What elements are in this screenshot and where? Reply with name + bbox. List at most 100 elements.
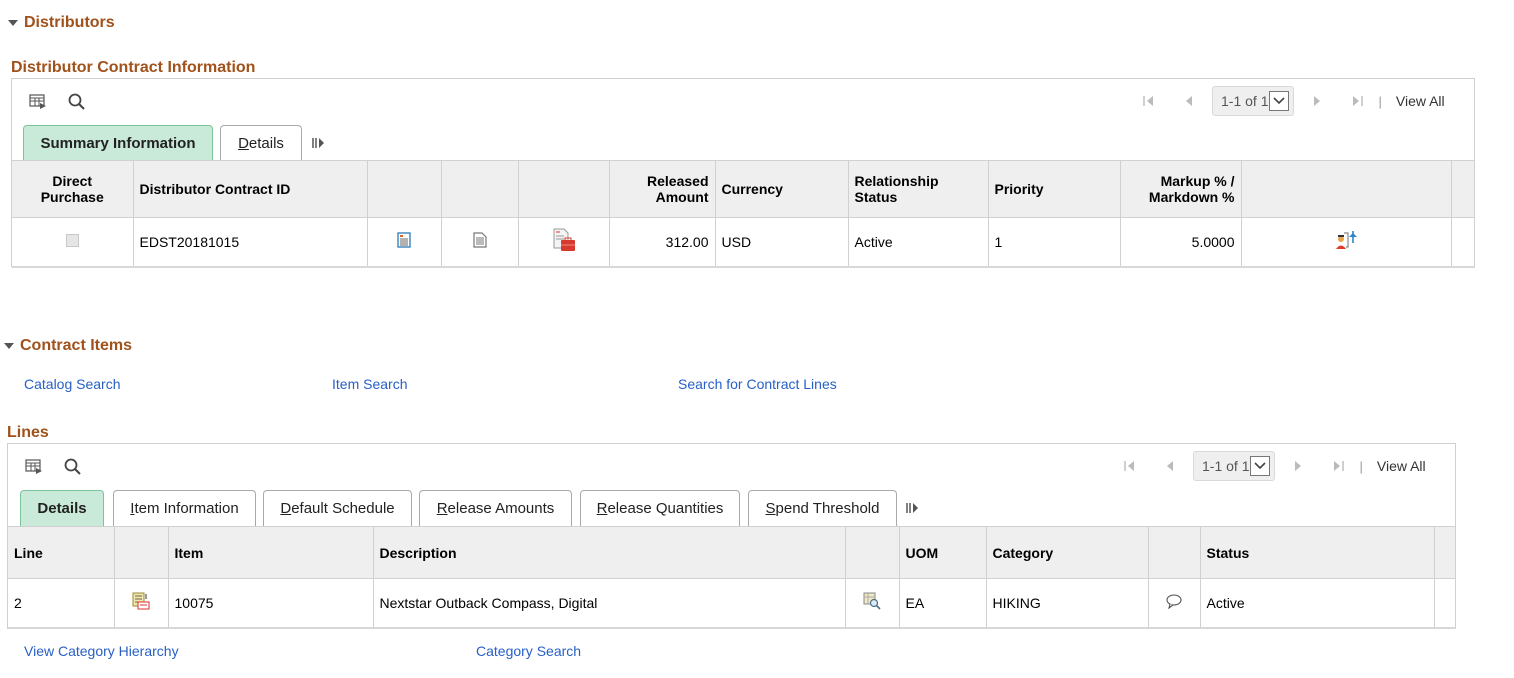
contract-details-cell — [367, 217, 442, 268]
distributor-dispatch-icon[interactable] — [1334, 229, 1358, 254]
col-blank-1 — [367, 160, 442, 218]
page-range-select[interactable]: 1-1 of 1 — [1212, 86, 1295, 116]
document-icon[interactable] — [472, 232, 487, 251]
search-contract-lines-link[interactable]: Search for Contract Lines — [678, 376, 837, 392]
tab-default-schedule[interactable]: Default Schedule — [263, 490, 412, 526]
line-cell: 2 — [8, 578, 115, 629]
lines-table: Line Item Description UOM Category Statu… — [8, 526, 1456, 629]
search-icon[interactable] — [67, 92, 87, 112]
contract-items-section-toggle[interactable]: Contract Items — [4, 337, 132, 355]
markup-cell: 5.0000 — [1120, 217, 1242, 268]
currency-cell: USD — [715, 217, 849, 268]
chevron-down-icon — [1250, 456, 1271, 476]
document-cell — [441, 217, 519, 268]
tab-release-quantities[interactable]: Release Quantities — [580, 490, 740, 526]
description-cell: Nextstar Outback Compass, Digital — [373, 578, 846, 629]
col-description[interactable]: Description — [373, 526, 846, 579]
document-briefcase-cell — [518, 217, 610, 268]
view-category-hierarchy-link[interactable]: View Category Hierarchy — [24, 643, 179, 659]
tab-release-amounts[interactable]: Release Amounts — [419, 490, 572, 526]
uom-cell: EA — [899, 578, 987, 629]
distributor-pagination: 1-1 of 1 | View All — [1138, 86, 1445, 116]
document-briefcase-icon[interactable] — [552, 228, 576, 255]
tab-details-label: etails — [248, 135, 284, 152]
last-page-icon[interactable] — [1346, 91, 1368, 111]
tab-spend-threshold[interactable]: Spend Threshold — [748, 490, 897, 526]
collapse-triangle-icon — [4, 343, 14, 349]
lines-grid: 1-1 of 1 | View All Details Item Informa… — [7, 443, 1456, 629]
page-range-select[interactable]: 1-1 of 1 — [1193, 451, 1276, 481]
col-blank-1 — [114, 526, 169, 579]
col-blank-5 — [1451, 160, 1475, 218]
item-lookup-icon[interactable] — [863, 592, 881, 613]
relationship-status-cell: Active — [848, 217, 989, 268]
tab-details-accesskey: D — [238, 135, 249, 152]
contract-details-icon[interactable] — [397, 232, 411, 251]
table-row: 2 10075 Nextstar Outback Compass, Digita… — [8, 578, 1456, 629]
next-page-icon[interactable] — [1306, 91, 1328, 111]
grid-personalize-icon[interactable] — [24, 457, 44, 477]
view-all-link[interactable]: View All — [1396, 93, 1445, 109]
col-item[interactable]: Item — [168, 526, 374, 579]
show-all-columns-icon[interactable] — [312, 137, 326, 149]
next-page-icon[interactable] — [1287, 456, 1309, 476]
comment-bubble-icon[interactable] — [1165, 593, 1183, 612]
blank-cell — [1434, 578, 1456, 629]
col-uom[interactable]: UOM — [899, 526, 987, 579]
col-blank-3 — [1148, 526, 1201, 579]
comment-cell — [1148, 578, 1201, 629]
distributor-contract-info-title: Distributor Contract Information — [11, 59, 256, 76]
direct-purchase-checkbox[interactable] — [65, 233, 79, 247]
priority-cell: 1 — [988, 217, 1121, 268]
contract-id-cell: EDST20181015 — [133, 217, 368, 268]
search-icon[interactable] — [63, 457, 83, 477]
col-category[interactable]: Category — [986, 526, 1149, 579]
distributor-contract-grid: 1-1 of 1 | View All Summary Information … — [11, 78, 1475, 268]
col-distributor-contract-id[interactable]: Distributor Contract ID — [133, 160, 368, 218]
lines-pagination: 1-1 of 1 | View All — [1119, 451, 1426, 481]
category-cell: HIKING — [986, 578, 1149, 629]
col-relationship-status[interactable]: Relationship Status — [848, 160, 989, 218]
col-priority[interactable]: Priority — [988, 160, 1121, 218]
distributors-section-label: Distributors — [24, 14, 115, 31]
page-range: 1-1 of 1 — [1202, 458, 1250, 474]
catalog-search-link[interactable]: Catalog Search — [24, 376, 121, 392]
tab-details[interactable]: Details — [20, 490, 104, 526]
col-line[interactable]: Line — [8, 526, 115, 579]
tab-summary-information[interactable]: Summary Information — [23, 125, 213, 161]
first-page-icon[interactable] — [1138, 91, 1160, 111]
table-row: EDST20181015 312.00 USD Active 1 5.0000 — [12, 217, 1475, 268]
item-cell: 10075 — [168, 578, 374, 629]
item-search-cell — [845, 578, 900, 629]
item-search-link[interactable]: Item Search — [332, 376, 407, 392]
status-cell: Active — [1200, 578, 1435, 629]
previous-page-icon[interactable] — [1178, 91, 1200, 111]
grid-personalize-icon[interactable] — [28, 92, 48, 112]
col-released-amount[interactable]: Released Amount — [609, 160, 716, 218]
line-details-cell — [114, 578, 169, 629]
lines-title: Lines — [7, 424, 49, 441]
col-direct-purchase[interactable]: Direct Purchase — [12, 160, 134, 218]
direct-purchase-cell — [12, 217, 134, 268]
col-status[interactable]: Status — [1200, 526, 1435, 579]
view-all-link[interactable]: View All — [1377, 458, 1426, 474]
previous-page-icon[interactable] — [1159, 456, 1181, 476]
released-amount-cell: 312.00 — [609, 217, 716, 268]
tab-details[interactable]: Details — [220, 125, 302, 161]
table-header-row: Line Item Description UOM Category Statu… — [8, 526, 1456, 579]
col-blank-4 — [1241, 160, 1452, 218]
line-details-icon[interactable] — [132, 592, 150, 613]
chevron-down-icon — [1269, 91, 1290, 111]
distributors-section-toggle[interactable]: Distributors — [8, 14, 115, 32]
col-blank-2 — [441, 160, 519, 218]
last-page-icon[interactable] — [1327, 456, 1349, 476]
tab-item-information[interactable]: Item Information — [113, 490, 256, 526]
show-all-columns-icon[interactable] — [906, 502, 920, 514]
category-search-link[interactable]: Category Search — [476, 643, 581, 659]
pagination-divider: | — [1378, 93, 1382, 109]
first-page-icon[interactable] — [1119, 456, 1141, 476]
col-blank-2 — [845, 526, 900, 579]
col-currency[interactable]: Currency — [715, 160, 849, 218]
col-blank-4 — [1434, 526, 1456, 579]
col-markup[interactable]: Markup % / Markdown % — [1120, 160, 1242, 218]
